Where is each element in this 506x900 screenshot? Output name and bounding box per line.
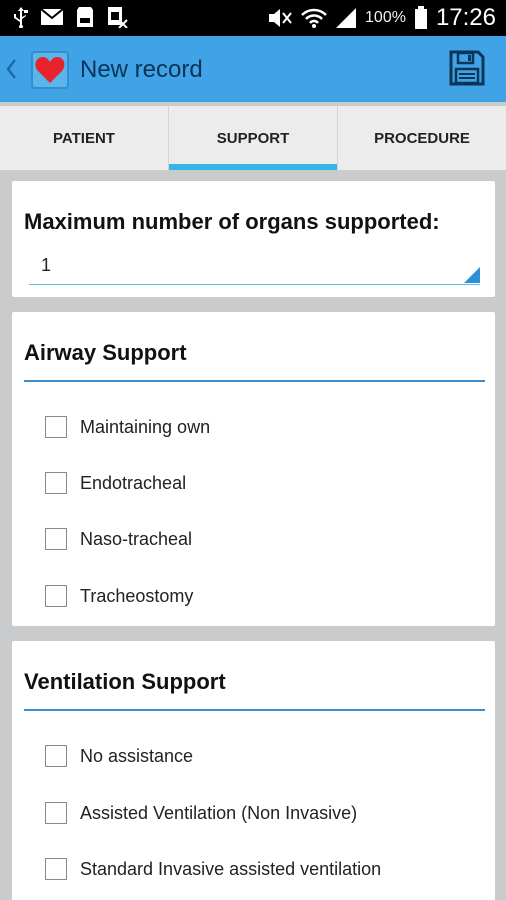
- signal-icon: [336, 8, 357, 28]
- mail-icon: [40, 8, 64, 25]
- status-bar: 100% 17:26: [0, 0, 506, 36]
- tab-patient[interactable]: PATIENT: [0, 106, 169, 170]
- app-logo[interactable]: [31, 51, 69, 89]
- spinner-value: 1: [41, 255, 52, 275]
- ventilation-support-card: Ventilation Support No assistance Assist…: [12, 641, 495, 900]
- heart-icon: [35, 57, 65, 83]
- floppy-disk-icon[interactable]: [448, 49, 486, 87]
- storage-icon: [77, 7, 93, 27]
- organs-count-spinner[interactable]: 1: [29, 249, 480, 285]
- mute-icon: [269, 9, 292, 27]
- wifi-icon: [301, 8, 327, 28]
- page-title: New record: [80, 56, 203, 83]
- option-label: Maintaining own: [80, 417, 211, 437]
- ventilation-section-title: Ventilation Support: [24, 669, 226, 694]
- checkbox[interactable]: [45, 416, 67, 438]
- checkbox[interactable]: [45, 585, 67, 607]
- airway-section-title: Airway Support: [24, 340, 187, 365]
- checkbox[interactable]: [45, 745, 67, 767]
- checkbox[interactable]: [45, 858, 67, 880]
- action-bar: New record: [0, 36, 506, 102]
- option-label: Tracheostomy: [80, 586, 194, 606]
- clock: 17:26: [435, 4, 496, 31]
- usb-icon: [14, 7, 28, 28]
- notification-icons: [14, 6, 128, 28]
- battery-percent: 100%: [365, 9, 406, 26]
- chevron-left-icon[interactable]: [4, 56, 18, 82]
- tab-bar: PATIENT SUPPORT PROCEDURE: [0, 106, 506, 170]
- checkbox[interactable]: [45, 528, 67, 550]
- option-label: No assistance: [80, 746, 194, 766]
- battery-icon: [414, 6, 427, 29]
- organs-card: Maximum number of organs supported: 1: [12, 181, 495, 297]
- sim-off-icon: [108, 7, 128, 28]
- checkbox[interactable]: [45, 802, 67, 824]
- system-icons: 100% 17:26: [267, 4, 496, 32]
- option-label: Assisted Ventilation (Non Invasive): [80, 803, 358, 823]
- tab-support[interactable]: SUPPORT: [169, 106, 338, 170]
- tab-procedure[interactable]: PROCEDURE: [338, 106, 506, 170]
- checkbox[interactable]: [45, 472, 67, 494]
- option-label: Naso-tracheal: [80, 529, 193, 549]
- organs-label: Maximum number of organs supported:: [24, 209, 440, 234]
- option-label: Standard Invasive assisted ventilation: [80, 859, 382, 879]
- section-divider: [24, 380, 485, 382]
- option-label: Endotracheal: [80, 473, 187, 493]
- airway-support-card: Airway Support Maintaining own Endotrach…: [12, 312, 495, 626]
- dropdown-triangle-icon: [464, 267, 480, 283]
- section-divider: [24, 709, 485, 711]
